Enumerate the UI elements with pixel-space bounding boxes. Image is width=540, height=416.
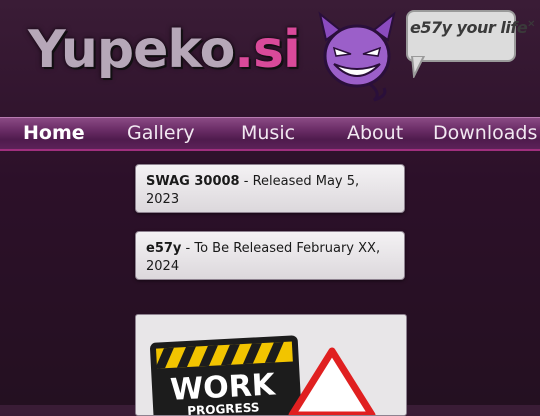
nav-home[interactable]: Home [23, 122, 85, 144]
nav-music[interactable]: Music [241, 122, 295, 144]
release-info: - To Be Released February XX, 2024 [146, 241, 381, 274]
work-in-progress-sign-icon: WORK PROGRESS [149, 335, 376, 415]
nav-about[interactable]: About [347, 122, 403, 144]
site-logo[interactable]: Yupeko.si [28, 20, 301, 80]
nav-downloads[interactable]: Downloads [433, 122, 537, 144]
main-navigation: Home Gallery Music About Downloads [0, 117, 540, 151]
devil-mascot-icon [318, 11, 396, 102]
tagline-text: e57y your life× [410, 18, 536, 37]
logo-domain-text: .si [234, 20, 301, 80]
warning-triangle-icon [288, 347, 376, 415]
release-card[interactable]: e57y - To Be Released February XX, 2024 [135, 231, 405, 280]
work-in-progress-banner: WORK PROGRESS [135, 314, 407, 416]
tagline-main: e57y your life [410, 18, 528, 37]
tagline-mark: × [527, 18, 536, 30]
nav-gallery[interactable]: Gallery [127, 122, 195, 144]
release-title: SWAG 30008 [146, 174, 240, 189]
logo-main-text: Yupeko [28, 20, 235, 80]
site-header: Yupeko.si e57y your life× [0, 0, 540, 116]
release-title: e57y [146, 241, 182, 256]
release-card[interactable]: SWAG 30008 - Released May 5, 2023 [135, 164, 405, 213]
speech-bubble-tail-icon [410, 56, 426, 78]
